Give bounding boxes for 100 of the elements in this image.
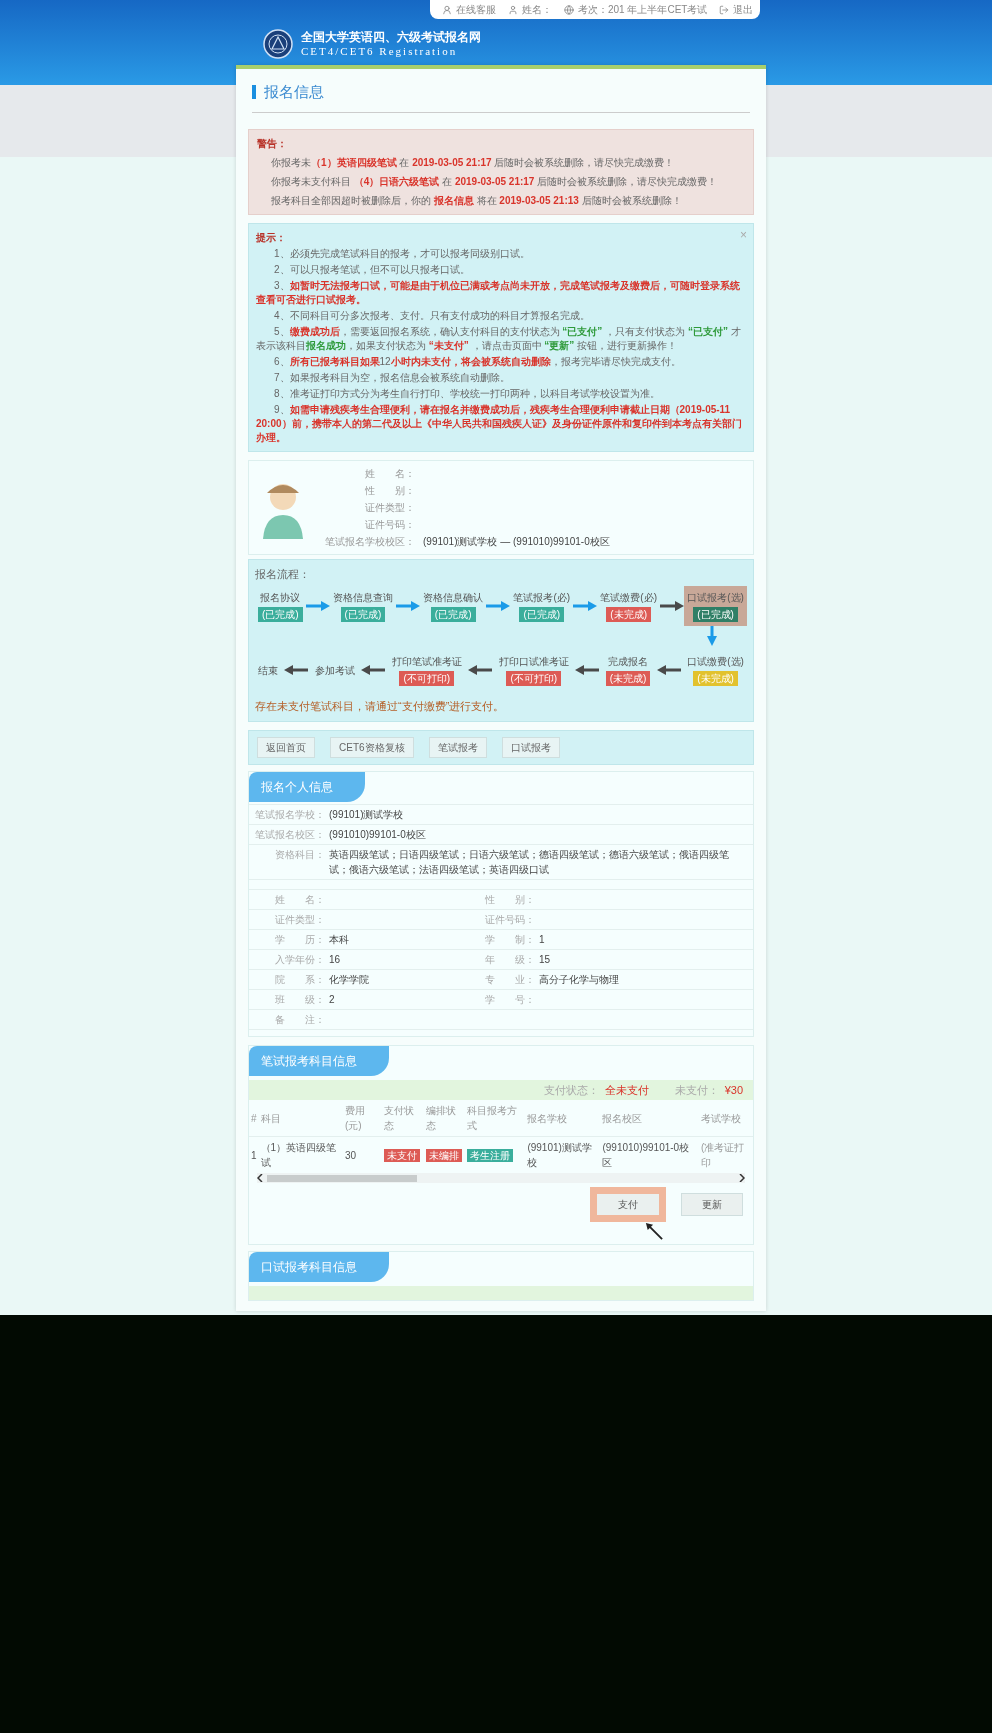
step-label: 完成报名 [607,655,648,669]
field-label: 学 历： [274,932,326,947]
warning-text: 报考科目全部因超时被删除后，你的 报名信息 将在 2019-03-05 21:13 后随时会被系统删除！ [270,193,683,208]
field-label: 学 制： [484,932,536,947]
globe-icon [564,4,574,15]
status-badge: 未支付 [384,1148,420,1162]
unpaid-amount: ¥30 [724,1082,743,1098]
action-button[interactable]: 笔试报考 [428,736,487,758]
field-label: 证件号码： [484,912,536,927]
field-value: 2 [329,992,336,1007]
user-icon [508,4,518,15]
column-header: 考试学校 [699,1100,753,1137]
table-cell: (991010)99101-0校区 [602,1142,690,1168]
action-button[interactable]: 返回首页 [257,736,315,758]
warning-text: 你报考未支付科目 （4）日语六级笔试 在 2019-03-05 21:17 后随时会被系统删除，请尽快完成缴费！ [270,174,719,189]
table-cell: 1 [251,1149,257,1161]
field-label: 笔试报名学校： [254,807,326,822]
nav-link[interactable]: 姓名： [508,2,552,17]
step-label: 参加考试 [314,663,355,678]
tip-text: 8、准考证打印方式分为考生自行打印、学校统一打印两种，以科目考试学校设置为准。 [273,386,661,401]
logo-emblem-icon [263,29,293,59]
field-label: 院 系： [274,972,326,987]
field-label: 入学年份： [274,952,326,967]
field-value: 16 [329,952,342,967]
field-label: 年 级： [484,952,536,967]
action-button[interactable]: 口试报考 [501,736,560,758]
logout-icon [719,4,730,15]
status-badge: (已完成) [519,607,565,622]
column-header: 科目报考方式 [465,1100,526,1137]
flow-note: 存在未支付笔试科目，请通过“支付缴费”进行支付。 [255,699,505,714]
status-badge: (未完成) [693,671,738,686]
scroll-right-icon [739,1174,745,1182]
scrollbar-thumb[interactable] [267,1174,417,1182]
status-badge: (不可打印) [399,671,455,686]
pointer-arrow [645,1222,663,1240]
field-label: 专 业： [484,972,536,987]
pay-status: 全未支付 [604,1082,649,1098]
warning-text: 你报考未（1）英语四级笔试 在 2019-03-05 21:17 后随时会被系统删除，请尽快完成缴费！ [270,155,676,170]
tip-text: 7、如果报考科目为空，报名信息会被系统自动删除。 [273,370,511,385]
title-bar-mark [252,85,256,100]
action-button[interactable]: CET6资格复核 [330,736,414,758]
warning-heading: 警告： [257,136,287,151]
step-label: 报名协议 [260,591,301,605]
status-badge: 考生注册 [467,1148,514,1162]
column-header: 编排状态 [423,1100,466,1137]
section-title: 笔试报考科目信息 [249,1045,389,1076]
field-value: 1 [539,932,546,947]
unpaid-label: 未支付： [674,1082,719,1098]
status-badge: (不可打印) [506,671,562,686]
tip-text: 9、如需申请残疾考生合理便利，请在报名并缴费成功后，残疾考生合理便利申请截止日期（2019-05-11 20:00）前，携带本人的第二代及以上《中华人民共和国残疾人证》及身份证件原件和复印件到本考点有关部门办理。 [256,402,743,445]
site-title: 全国大学英语四、六级考试报名网 [301,29,481,45]
page-title: 报名信息 [264,82,324,102]
pay-action-button[interactable]: 更新 [681,1193,743,1216]
field-value: (99101)测试学校 — (991010)99101-0校区 [423,534,610,549]
section-title: 口试报考科目信息 [249,1252,389,1282]
field-value: 15 [539,952,552,967]
nav-link[interactable]: 在线客服 [442,2,496,17]
field-label: 笔试报名学校校区： [324,534,415,549]
status-badge: (未完成) [605,671,651,686]
field-value: (991010)99101-0校区 [329,827,427,842]
field-label: 笔试报名校区： [254,827,326,842]
step-label: 口试缴费(选) [687,655,744,669]
status-badge: (已完成) [430,607,476,622]
table-cell: （1）英语四级笔试 [260,1142,337,1168]
column-header: 费用(元) [343,1100,382,1137]
status-badge: (已完成) [340,607,386,622]
tip-text: 5、缴费成功后，需要返回报名系统，确认支付科目的支付状态为 “已支付” ，只有支付状态为 “已支付” 才表示该科目报名成功，如果支付状态为 “未支付” ，请点击页面中 “更新” 按钮，进行更新操作！ [256,324,742,353]
nav-link[interactable]: 考次：201 年上半年CET考试 [564,2,708,17]
field-label: 性 别： [364,483,415,498]
field-value: 化学学院 [329,972,370,987]
pay-status-label: 支付状态： [543,1082,599,1098]
step-label: 打印口试准考证 [498,655,569,669]
nav-link[interactable]: 退出 [719,2,754,17]
column-header: 支付状态 [382,1100,424,1137]
field-label: 证件类型： [364,500,415,515]
field-label: 姓 名： [274,892,326,907]
field-label: 学 号： [484,992,536,1007]
horizontal-scrollbar[interactable] [257,1173,745,1183]
person-icon [442,4,452,15]
step-label: 结束 [258,663,278,678]
section-title: 报名个人信息 [249,771,365,802]
pay-action-button[interactable]: 支付 [590,1187,666,1222]
table-cell: (准考证打印 [701,1142,745,1168]
field-value: 英语四级笔试；日语四级笔试；日语六级笔试；德语四级笔试；德语六级笔试；俄语四级笔试；俄语六级笔试；法语四级笔试；英语四级口试 [329,847,730,877]
step-label: 打印笔试准考证 [391,655,462,669]
tip-text: 4、不同科目可分多次报考、支付。只有支付成功的科目才算报名完成。 [273,308,591,323]
tip-text: 6、所有已报考科目如果12小时内未支付，将会被系统自动删除，报考完毕请尽快完成支付。 [273,354,682,369]
column-header: 报名学校 [525,1100,601,1137]
field-label: 证件号码： [364,517,415,532]
status-badge: (已完成) [693,607,738,622]
status-badge: (已完成) [258,607,303,622]
column-header: 科目 [258,1100,343,1137]
table-cell: 30 [345,1149,357,1161]
flow-title: 报名流程： [255,566,310,582]
tip-text: 1、必须先完成笔试科目的报考，才可以报考同级别口试。 [273,246,531,261]
column-header: # [249,1100,259,1137]
field-value: (99101)测试学校 [329,807,405,822]
status-badge: (未完成) [606,607,651,622]
site-subtitle: CET4/CET6 Registration [301,44,459,59]
step-label: 资格信息查询 [332,591,393,605]
